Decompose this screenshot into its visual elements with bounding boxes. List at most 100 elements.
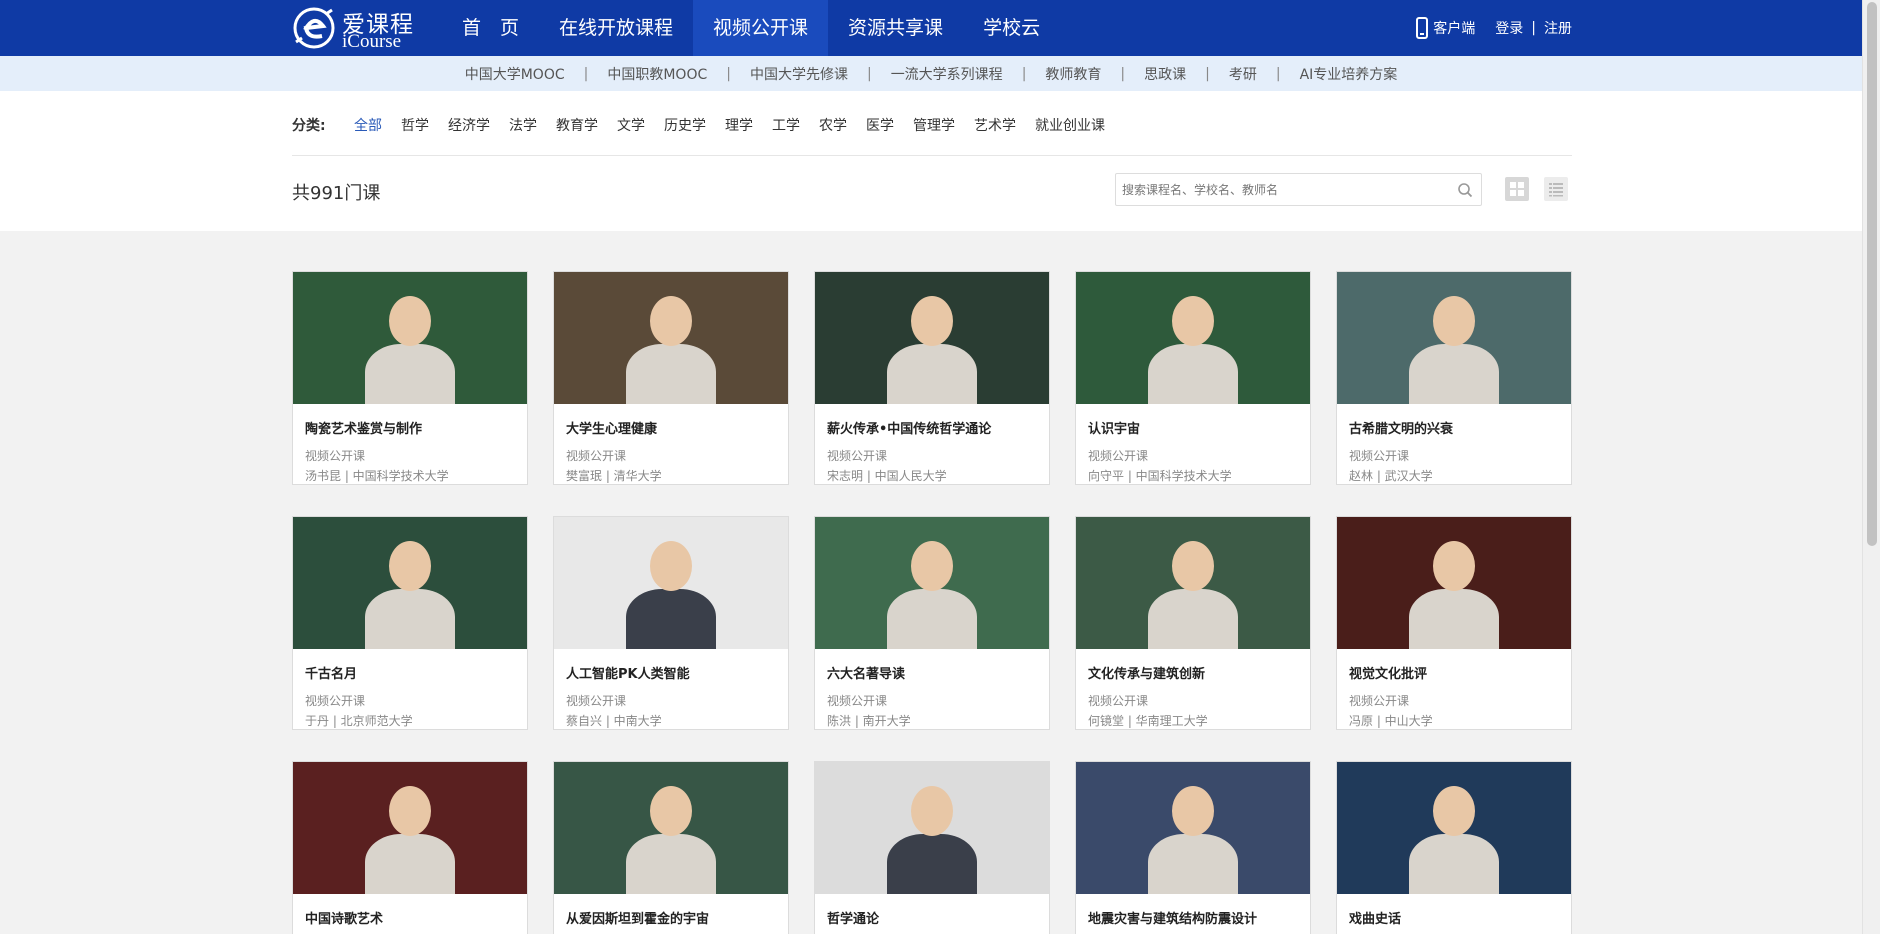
category-item[interactable]: 法学: [509, 115, 537, 135]
lecturer-head: [389, 786, 431, 836]
search-box: [1115, 173, 1482, 206]
course-thumbnail[interactable]: [1076, 762, 1310, 894]
category-item[interactable]: 哲学: [401, 115, 429, 135]
course-title[interactable]: 文化传承与建筑创新: [1088, 663, 1298, 682]
category-item[interactable]: 经济学: [448, 115, 490, 135]
course-title[interactable]: 戏曲史话: [1349, 908, 1559, 927]
course-type: 视频公开课: [305, 449, 366, 463]
course-card[interactable]: 从爱因斯坦到霍金的宇宙: [553, 761, 789, 934]
course-card[interactable]: 中国诗歌艺术: [292, 761, 528, 934]
course-title[interactable]: 认识宇宙: [1088, 418, 1298, 437]
lecturer-head: [911, 786, 953, 836]
sub-nav-item[interactable]: 中国职教MOOC: [588, 64, 726, 84]
course-card[interactable]: 人工智能PK人类智能 视频公开课 蔡自兴 | 中南大学: [553, 516, 789, 730]
course-title[interactable]: 千古名月: [305, 663, 515, 682]
category-item[interactable]: 理学: [725, 115, 753, 135]
course-thumbnail[interactable]: [554, 517, 788, 649]
category-item[interactable]: 管理学: [913, 115, 955, 135]
sub-nav-item[interactable]: 思政课: [1125, 64, 1205, 84]
course-title[interactable]: 六大名著导读: [827, 663, 1037, 682]
course-title[interactable]: 大学生心理健康: [566, 418, 776, 437]
course-thumbnail[interactable]: [293, 517, 527, 649]
course-thumbnail[interactable]: [293, 762, 527, 894]
divider: [292, 155, 1572, 156]
course-title[interactable]: 哲学通论: [827, 908, 1037, 927]
lecturer-head: [650, 541, 692, 591]
course-thumbnail[interactable]: [1337, 272, 1571, 404]
course-thumbnail[interactable]: [293, 272, 527, 404]
course-card[interactable]: 千古名月 视频公开课 于丹 | 北京师范大学: [292, 516, 528, 730]
page-scrollbar[interactable]: [1862, 0, 1880, 934]
nav-school-cloud[interactable]: 学校云: [963, 0, 1060, 56]
category-item[interactable]: 农学: [819, 115, 847, 135]
user-links: 客户端 登录 | 注册: [1416, 0, 1572, 56]
scrollbar-thumb[interactable]: [1867, 2, 1877, 546]
category-item[interactable]: 就业创业课: [1035, 115, 1105, 135]
course-card[interactable]: 陶瓷艺术鉴赏与制作视频公开课汤书昆 | 中国科学技术大学: [292, 271, 528, 485]
course-title[interactable]: 中国诗歌艺术: [305, 908, 515, 927]
search-input[interactable]: [1122, 180, 1442, 200]
category-item[interactable]: 历史学: [664, 115, 706, 135]
sub-nav-item[interactable]: 一流大学系列课程: [872, 64, 1022, 84]
course-teacher-school: 汤书昆 | 中国科学技术大学: [305, 469, 449, 483]
lecturer-head: [389, 296, 431, 346]
sub-nav-item[interactable]: 教师教育: [1026, 64, 1120, 84]
client-link[interactable]: 客户端: [1433, 18, 1475, 38]
course-title[interactable]: 从爱因斯坦到霍金的宇宙: [566, 908, 776, 927]
nav-online-open-courses[interactable]: 在线开放课程: [539, 0, 693, 56]
nav-video-open-courses[interactable]: 视频公开课: [693, 0, 829, 56]
course-thumbnail[interactable]: [554, 762, 788, 894]
course-title[interactable]: 陶瓷艺术鉴赏与制作: [305, 418, 515, 437]
course-card[interactable]: 文化传承与建筑创新 视频公开课 何镜堂 | 华南理工大学: [1075, 516, 1311, 730]
nav-resource-sharing-courses[interactable]: 资源共享课: [828, 0, 963, 56]
course-thumbnail[interactable]: [1076, 517, 1310, 649]
course-title[interactable]: 薪火传承•中国传统哲学通论: [827, 418, 1037, 437]
course-thumbnail[interactable]: [815, 762, 1049, 894]
lecturer-figure: [887, 589, 977, 649]
register-link[interactable]: 注册: [1544, 18, 1572, 38]
phone-icon[interactable]: [1416, 17, 1429, 39]
sub-nav-item[interactable]: 考研: [1210, 64, 1276, 84]
category-item[interactable]: 文学: [617, 115, 645, 135]
main-nav: 首 页 在线开放课程 视频公开课 资源共享课 学校云: [442, 0, 1060, 56]
course-thumbnail[interactable]: [1337, 517, 1571, 649]
category-item[interactable]: 工学: [772, 115, 800, 135]
lecturer-figure: [1409, 834, 1499, 894]
lecturer-head: [911, 296, 953, 346]
course-card[interactable]: 薪火传承•中国传统哲学通论 视频公开课 宋志明 | 中国人民大学: [814, 271, 1050, 485]
course-card[interactable]: 大学生心理健康 视频公开课 樊富珉 | 清华大学: [553, 271, 789, 485]
course-card[interactable]: 视觉文化批评 视频公开课 冯原 | 中山大学: [1336, 516, 1572, 730]
lecturer-figure: [1148, 344, 1238, 404]
course-card[interactable]: 古希腊文明的兴衰 视频公开课 赵林 | 武汉大学: [1336, 271, 1572, 485]
course-card[interactable]: 戏曲史话: [1336, 761, 1572, 934]
category-item[interactable]: 艺术学: [974, 115, 1016, 135]
sub-nav-item[interactable]: 中国大学先修课: [731, 64, 867, 84]
nav-home[interactable]: 首 页: [442, 0, 539, 56]
course-type: 视频公开课: [566, 449, 627, 463]
course-title[interactable]: 视觉文化批评: [1349, 663, 1559, 682]
search-icon[interactable]: [1457, 182, 1473, 198]
course-type: 视频公开课: [827, 449, 888, 463]
login-link[interactable]: 登录: [1495, 18, 1523, 38]
category-item[interactable]: 全部: [354, 115, 382, 135]
course-title[interactable]: 人工智能PK人类智能: [566, 663, 776, 682]
sub-nav-item[interactable]: 中国大学MOOC: [446, 64, 584, 84]
category-item[interactable]: 医学: [866, 115, 894, 135]
course-title[interactable]: 古希腊文明的兴衰: [1349, 418, 1559, 437]
lecturer-head: [650, 296, 692, 346]
list-view-icon[interactable]: [1544, 177, 1568, 201]
course-card[interactable]: 地震灾害与建筑结构防震设计: [1075, 761, 1311, 934]
course-thumbnail[interactable]: [815, 272, 1049, 404]
course-card[interactable]: 哲学通论: [814, 761, 1050, 934]
course-thumbnail[interactable]: [815, 517, 1049, 649]
sub-nav-item[interactable]: AI专业培养方案: [1281, 64, 1417, 84]
grid-view-icon[interactable]: [1505, 177, 1529, 201]
course-card[interactable]: 六大名著导读 视频公开课 陈洪 | 南开大学: [814, 516, 1050, 730]
category-item[interactable]: 教育学: [556, 115, 598, 135]
course-thumbnail[interactable]: [1337, 762, 1571, 894]
course-thumbnail[interactable]: [554, 272, 788, 404]
course-title[interactable]: 地震灾害与建筑结构防震设计: [1088, 908, 1298, 927]
course-thumbnail[interactable]: [1076, 272, 1310, 404]
course-card[interactable]: 认识宇宙 视频公开课 向守平 | 中国科学技术大学: [1075, 271, 1311, 485]
icourse-logo[interactable]: 爱课程 iCourse: [292, 4, 422, 52]
